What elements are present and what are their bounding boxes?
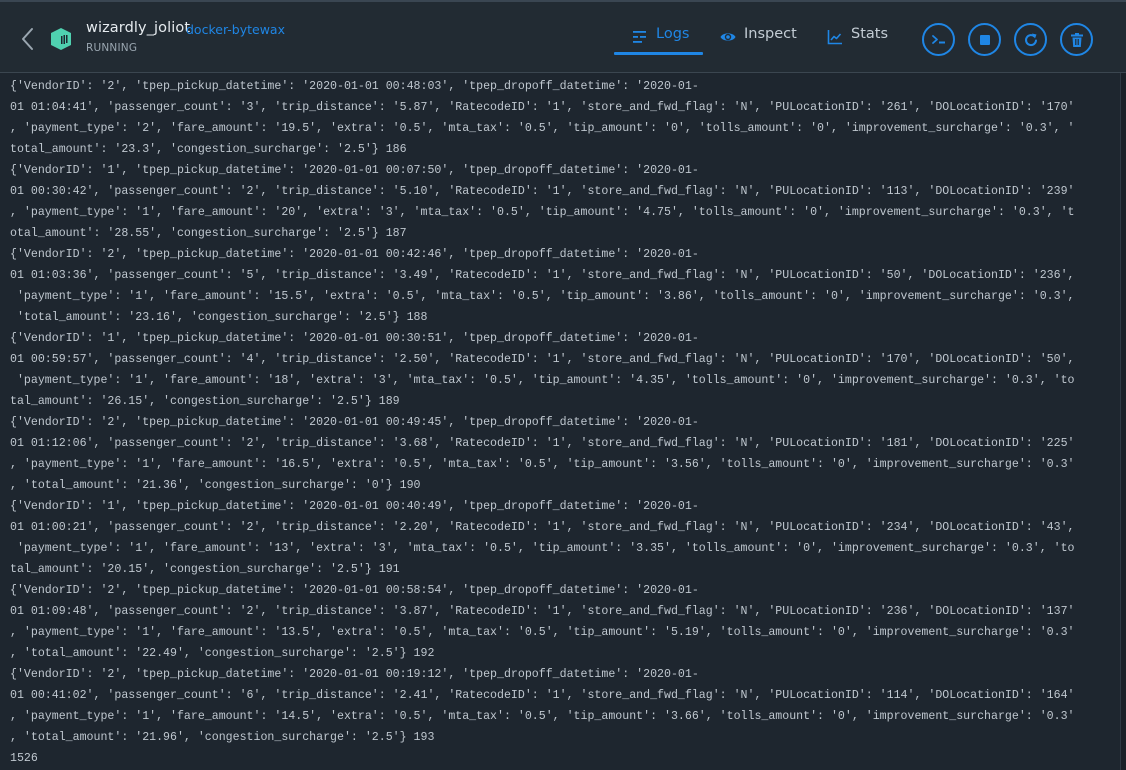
restart-icon [1024,33,1037,46]
image-link[interactable]: docker-bytewax [186,22,285,37]
chart-icon [827,30,842,45]
tab-stats-label: Stats [851,26,889,42]
scrollbar[interactable] [1120,73,1126,770]
logs-icon [633,31,646,43]
log-line: , 'total_amount': '21.96', 'congestion_s… [10,731,435,744]
restart-button[interactable] [1014,23,1047,56]
open-cli-button[interactable] [922,23,955,56]
tab-logs-label: Logs [656,26,690,42]
eye-icon [720,33,736,41]
log-line: {'VendorID': '1', 'tpep_pickup_datetime'… [10,500,699,513]
log-line: 01 01:00:21', 'passenger_count': '2', 't… [10,521,1075,534]
tab-inspect[interactable]: Inspect [720,26,797,56]
log-line: 01 00:30:42', 'passenger_count': '2', 't… [10,185,1075,198]
log-line: 01 01:04:41', 'passenger_count': '3', 't… [10,101,1075,114]
log-line: , 'payment_type': '2', 'fare_amount': '1… [10,122,1075,135]
log-line: {'VendorID': '2', 'tpep_pickup_datetime'… [10,416,699,429]
container-header: wizardly_joliot docker-bytewax RUNNING L… [0,2,1126,73]
stop-button[interactable] [968,23,1001,56]
log-line: , 'payment_type': '1', 'fare_amount': '1… [10,626,1075,639]
container-name: wizardly_joliot [86,20,191,36]
log-line: , 'payment_type': '1', 'fare_amount': '1… [10,458,1075,471]
log-line: {'VendorID': '1', 'tpep_pickup_datetime'… [10,332,699,345]
log-line: {'VendorID': '2', 'tpep_pickup_datetime'… [10,248,699,261]
log-line: tal_amount': '26.15', 'congestion_surcha… [10,395,400,408]
log-line: , 'total_amount': '21.36', 'congestion_s… [10,479,421,492]
log-line: , 'total_amount': '22.49', 'congestion_s… [10,647,435,660]
trash-icon [1070,32,1083,47]
log-line: otal_amount': '28.55', 'congestion_surch… [10,227,407,240]
back-button[interactable] [19,27,37,51]
tab-stats[interactable]: Stats [827,26,888,56]
log-line: {'VendorID': '2', 'tpep_pickup_datetime'… [10,80,699,93]
log-line: 01 00:41:02', 'passenger_count': '6', 't… [10,689,1075,702]
log-line: {'VendorID': '1', 'tpep_pickup_datetime'… [10,164,699,177]
stop-icon [979,34,990,45]
log-output[interactable]: {'VendorID': '2', 'tpep_pickup_datetime'… [0,73,1120,770]
chevron-left-icon [22,28,33,50]
log-line: 'payment_type': '1', 'fare_amount': '13'… [10,542,1075,555]
log-line: , 'payment_type': '1', 'fare_amount': '1… [10,710,1075,723]
log-line: 01 01:12:06', 'passenger_count': '2', 't… [10,437,1075,450]
terminal-icon [931,34,945,44]
log-line: 'payment_type': '1', 'fare_amount': '15.… [10,290,1075,303]
log-line: {'VendorID': '2', 'tpep_pickup_datetime'… [10,584,699,597]
log-line: {'VendorID': '2', 'tpep_pickup_datetime'… [10,668,699,681]
log-line: 01 00:59:57', 'passenger_count': '4', 't… [10,353,1075,366]
log-line: 01 01:09:48', 'passenger_count': '2', 't… [10,605,1075,618]
status-badge: RUNNING [86,42,138,54]
log-line: 1526 [10,752,38,765]
log-line: 'payment_type': '1', 'fare_amount': '18'… [10,374,1075,387]
delete-button[interactable] [1060,23,1093,56]
active-tab-indicator [614,52,703,55]
log-line: total_amount': '23.3', 'congestion_surch… [10,143,407,156]
tab-inspect-label: Inspect [744,26,797,42]
log-line: , 'payment_type': '1', 'fare_amount': '2… [10,206,1075,219]
log-line: tal_amount': '20.15', 'congestion_surcha… [10,563,400,576]
log-line: 01 01:03:36', 'passenger_count': '5', 't… [10,269,1075,282]
container-icon [49,27,73,51]
log-line: 'total_amount': '23.16', 'congestion_sur… [10,311,428,324]
